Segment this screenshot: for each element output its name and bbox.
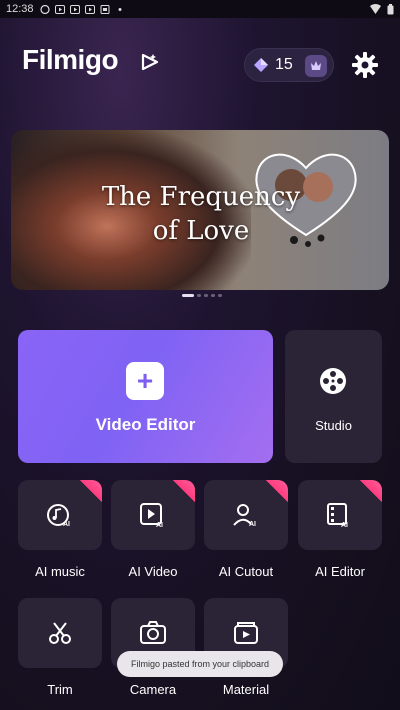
ai-editor-tile[interactable]: AI <box>298 480 382 550</box>
pager-dot[interactable] <box>204 294 208 297</box>
banner-title-line1: The Frequency <box>101 182 301 212</box>
pager-dot[interactable] <box>218 294 222 297</box>
trim-tile[interactable] <box>18 598 102 668</box>
film-reel-icon <box>320 368 346 394</box>
material-icon <box>234 622 258 644</box>
ai-video-label: AI Video <box>128 564 178 579</box>
ai-music-tile[interactable]: AI <box>18 480 102 550</box>
studio-label: Studio <box>315 418 352 433</box>
gear-icon[interactable] <box>352 52 378 78</box>
pager-dot[interactable] <box>211 294 215 297</box>
new-badge <box>80 480 102 502</box>
credits-badge[interactable]: 15 <box>244 48 334 82</box>
new-badge <box>173 480 195 502</box>
material-label: Material <box>222 682 270 697</box>
logo-play-icon <box>141 53 159 71</box>
svg-text:AI: AI <box>249 521 256 528</box>
trim-label: Trim <box>47 682 73 697</box>
play-icon-2 <box>69 4 80 14</box>
app-logo: Filmigo <box>22 44 119 75</box>
pager-dot[interactable] <box>197 294 201 297</box>
sim-icon <box>100 4 110 14</box>
svg-text:AI: AI <box>156 522 163 528</box>
credits-count: 15 <box>275 56 293 73</box>
new-badge <box>266 480 288 502</box>
ai-cutout-icon: AI <box>233 504 256 528</box>
wifi-icon <box>370 4 381 14</box>
studio-tile[interactable]: Studio <box>285 330 382 463</box>
banner-title-line2: of Love <box>152 216 250 246</box>
promo-banner[interactable]: The Frequency of Love <box>11 130 389 290</box>
banner-pager <box>182 294 222 297</box>
video-editor-tile[interactable]: + Video Editor <box>18 330 273 463</box>
svg-text:AI: AI <box>63 521 70 528</box>
dot-icon <box>118 7 122 11</box>
camera-icon <box>140 621 166 644</box>
pager-dot[interactable] <box>182 294 194 297</box>
new-badge <box>360 480 382 502</box>
scissors-icon <box>49 622 71 644</box>
ai-video-tile[interactable]: AI <box>111 480 195 550</box>
app-header: Filmigo 15 <box>22 40 378 90</box>
clipboard-toast: Filmigo pasted from your clipboard <box>117 651 283 677</box>
notification-icon <box>39 4 50 14</box>
svg-text:AI: AI <box>341 522 348 528</box>
ai-music-label: AI music <box>35 564 85 579</box>
video-editor-label: Video Editor <box>95 415 196 434</box>
ai-editor-label: AI Editor <box>315 564 365 579</box>
status-time: 12:38 <box>6 3 34 15</box>
banner-title: The Frequency of Love <box>81 180 321 248</box>
battery-icon <box>387 3 394 14</box>
ai-cutout-tile[interactable]: AI <box>204 480 288 550</box>
ai-video-icon: AI <box>140 503 163 528</box>
plus-icon: + <box>126 362 164 400</box>
ai-cutout-label: AI Cutout <box>218 564 274 579</box>
play-icon-3 <box>84 4 95 14</box>
camera-label: Camera <box>129 682 177 697</box>
play-icon <box>54 4 65 14</box>
ai-editor-icon: AI <box>327 503 348 528</box>
ai-music-icon: AI <box>47 504 70 528</box>
vip-icon[interactable] <box>305 55 327 77</box>
status-bar: 12:38 <box>0 0 400 18</box>
diamond-icon <box>254 58 268 72</box>
